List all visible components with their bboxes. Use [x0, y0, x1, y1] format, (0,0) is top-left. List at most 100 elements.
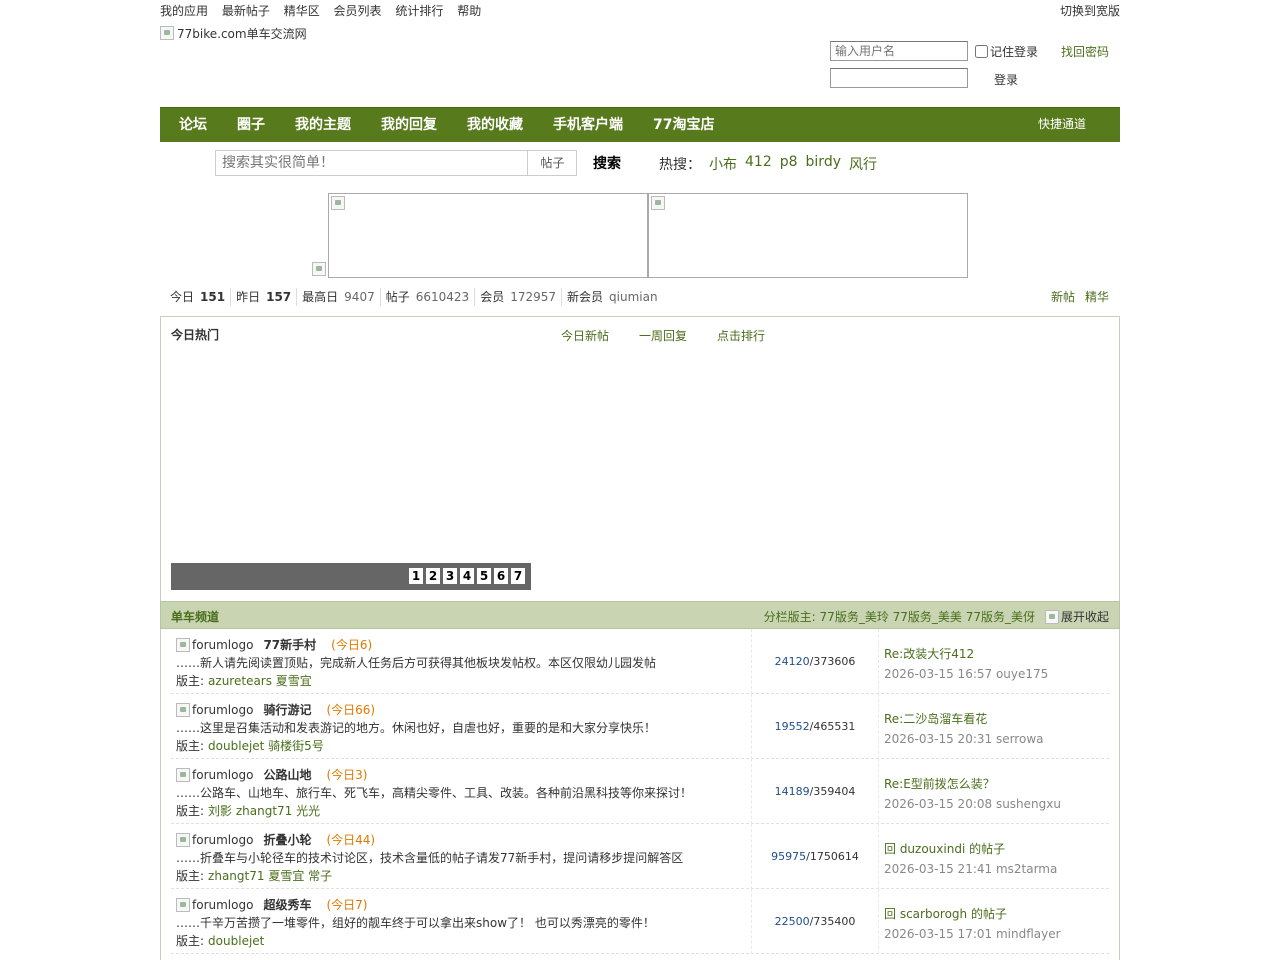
nav-item-my-replies[interactable]: 我的回复: [366, 108, 452, 142]
new-posts-link[interactable]: 新帖: [1051, 288, 1075, 306]
forum-logo[interactable]: forumlogo: [176, 767, 254, 782]
collapse-label: 展开收起: [1060, 610, 1109, 624]
forum-topic-count: 24120: [774, 655, 810, 668]
forum-mods-list[interactable]: azuretears 夏雪宜: [208, 674, 312, 688]
stat-label: 帖子: [385, 290, 410, 304]
forum-logo[interactable]: forumlogo: [176, 897, 253, 912]
forum-today-count: (今日7): [326, 898, 368, 912]
find-password-link[interactable]: 找回密码: [1061, 43, 1109, 60]
forum-name[interactable]: 骑行游记: [263, 701, 311, 718]
forum-logo[interactable]: forumlogo: [176, 637, 253, 652]
search-input[interactable]: [216, 151, 528, 175]
forum-row: forumlogo 公路山地 (今日3) ……公路车、山地车、旅行车、死飞车，高…: [171, 759, 1109, 824]
slider-page[interactable]: 3: [443, 568, 457, 584]
password-input[interactable]: [830, 68, 968, 88]
forum-mods-list[interactable]: doublejet: [208, 934, 264, 948]
channel-mods-list[interactable]: 77版务_美玲 77版务_美美 77版务_美伢: [820, 610, 1035, 624]
username-input[interactable]: [830, 41, 968, 61]
last-post-title[interactable]: 回 duzouxindi 的帖子: [884, 840, 1057, 857]
forum-logo[interactable]: forumlogo: [176, 832, 253, 847]
forum-row: forumlogo 77新手村 (今日6) ……新人请先阅读置顶贴，完成新人任务…: [171, 629, 1109, 694]
top-link-members[interactable]: 会员列表: [334, 4, 382, 18]
site-logo-alt: 77bike.com单车交流网: [177, 26, 307, 41]
forum-topic-count: 14189: [774, 785, 810, 798]
stat-label: 新会员: [567, 290, 604, 304]
search-scope-select[interactable]: 帖子: [527, 151, 577, 175]
tab-today-new[interactable]: 今日新帖: [561, 327, 609, 344]
newmember-link[interactable]: qiumian: [609, 290, 658, 304]
forum-mods: 版主: 刘影 zhangt71 光光: [176, 802, 320, 819]
collapse-toggle[interactable]: 展开收起: [1044, 608, 1109, 625]
forum-name[interactable]: 公路山地: [263, 766, 311, 783]
remember-login[interactable]: 记住登录: [975, 43, 1038, 60]
forum-last-post: Re:E型前拨怎么装？ 2026-03-15 20:08 sushengxu: [884, 775, 1061, 811]
stat-label: 最高日: [302, 290, 339, 304]
forum-today-count: (今日44): [326, 833, 376, 847]
banner-ad-left[interactable]: [328, 193, 648, 278]
slider-page[interactable]: 2: [426, 568, 440, 584]
forum-topic-count: 22500: [774, 915, 810, 928]
site-logo[interactable]: 77bike.com单车交流网: [160, 25, 307, 41]
forum-counts: 22500/735400: [751, 889, 879, 954]
image-slider: 1 2 3 4 5 6 7: [171, 563, 531, 590]
nav-item-mobile[interactable]: 手机客户端: [538, 108, 638, 142]
forum-name[interactable]: 折叠小轮: [263, 831, 311, 848]
forum-mods-label: 版主:: [176, 674, 205, 688]
nav-item-forum[interactable]: 论坛: [164, 108, 222, 142]
forum-row: forumlogo 折叠小轮 (今日44) ……折叠车与小轮径车的技术讨论区，技…: [171, 824, 1109, 889]
forum-logo[interactable]: forumlogo: [176, 702, 253, 717]
forum-post-count: /1750614: [806, 850, 859, 863]
forum-mods-list[interactable]: zhangt71 夏雪宜 常子: [208, 869, 332, 883]
stat-posts: 帖子 6610423: [379, 288, 474, 306]
nav-item-my-topics[interactable]: 我的主题: [280, 108, 366, 142]
hot-keyword[interactable]: 风行: [849, 154, 877, 174]
remember-checkbox[interactable]: [975, 45, 988, 58]
tab-click-rank[interactable]: 点击排行: [717, 327, 765, 344]
last-post-title[interactable]: Re:改装大行412: [884, 645, 1048, 662]
hot-keyword[interactable]: 小布: [709, 154, 737, 174]
forum-row: forumlogo 骑行游记 (今日66) ……这里是召集活动和发表游记的地方。…: [171, 694, 1109, 759]
last-post-title[interactable]: Re:二沙岛溜车看花: [884, 710, 1044, 727]
login-button[interactable]: 登录: [994, 71, 1018, 88]
nav-item-circle[interactable]: 圈子: [222, 108, 280, 142]
channel-name[interactable]: 单车频道: [171, 608, 219, 625]
switch-wide-link[interactable]: 切换到宽版: [1060, 0, 1120, 22]
slider-page[interactable]: 4: [460, 568, 474, 584]
hot-keyword[interactable]: 412: [745, 154, 772, 174]
forum-name[interactable]: 77新手村: [263, 636, 316, 653]
hot-keyword[interactable]: p8: [780, 154, 798, 174]
banner-ad-right[interactable]: [648, 193, 968, 278]
forum-counts: 24120/373606: [751, 629, 879, 694]
search-button[interactable]: 搜索: [593, 153, 621, 173]
broken-image-icon: [312, 262, 326, 276]
nav-item-taobao[interactable]: 77淘宝店: [638, 108, 729, 142]
forum-desc: ……折叠车与小轮径车的技术讨论区，技术含量低的帖子请发77新手村，提问请移步提问…: [176, 851, 684, 865]
digest-link[interactable]: 精华: [1085, 288, 1109, 306]
tab-week-replies[interactable]: 一周回复: [639, 327, 687, 344]
slider-page[interactable]: 1: [409, 568, 423, 584]
forum-mods: 版主: doublejet 骑楼街5号: [176, 737, 324, 754]
forum-last-post: 回 scarborogh 的帖子 2026-03-15 17:01 mindfl…: [884, 905, 1061, 941]
forum-mods-list[interactable]: 刘影 zhangt71 光光: [208, 804, 320, 818]
hot-keyword[interactable]: birdy: [806, 154, 841, 174]
top-link-apps[interactable]: 我的应用: [160, 4, 208, 18]
forum-name[interactable]: 超级秀车: [263, 896, 311, 913]
last-post-title[interactable]: Re:E型前拨怎么装？: [884, 775, 1061, 792]
search-box: 帖子: [215, 150, 577, 176]
slider-page[interactable]: 7: [511, 568, 525, 584]
top-link-help[interactable]: 帮助: [457, 4, 481, 18]
forum-stats: 今日 151 昨日 157 最高日 9407 帖子 6610423 会员 172957 新…: [160, 288, 1120, 306]
top-link-digest[interactable]: 精华区: [284, 4, 320, 18]
slider-page[interactable]: 6: [494, 568, 508, 584]
top-link-latest[interactable]: 最新帖子: [222, 4, 270, 18]
top-link-stats[interactable]: 统计排行: [395, 4, 443, 18]
nav-item-my-favorites[interactable]: 我的收藏: [452, 108, 538, 142]
forum-mods-list[interactable]: doublejet 骑楼街5号: [208, 739, 324, 753]
last-post-meta: 2026-03-15 21:41 ms2tarma: [884, 862, 1058, 876]
slider-page[interactable]: 5: [477, 568, 491, 584]
forum-logo-alt: forumlogo: [192, 767, 254, 782]
stat-value: 9407: [344, 290, 375, 304]
top-links: 我的应用 最新帖子 精华区 会员列表 统计排行 帮助: [160, 0, 1120, 22]
quick-access-link[interactable]: 快捷通道: [1038, 108, 1086, 140]
last-post-title[interactable]: 回 scarborogh 的帖子: [884, 905, 1061, 922]
